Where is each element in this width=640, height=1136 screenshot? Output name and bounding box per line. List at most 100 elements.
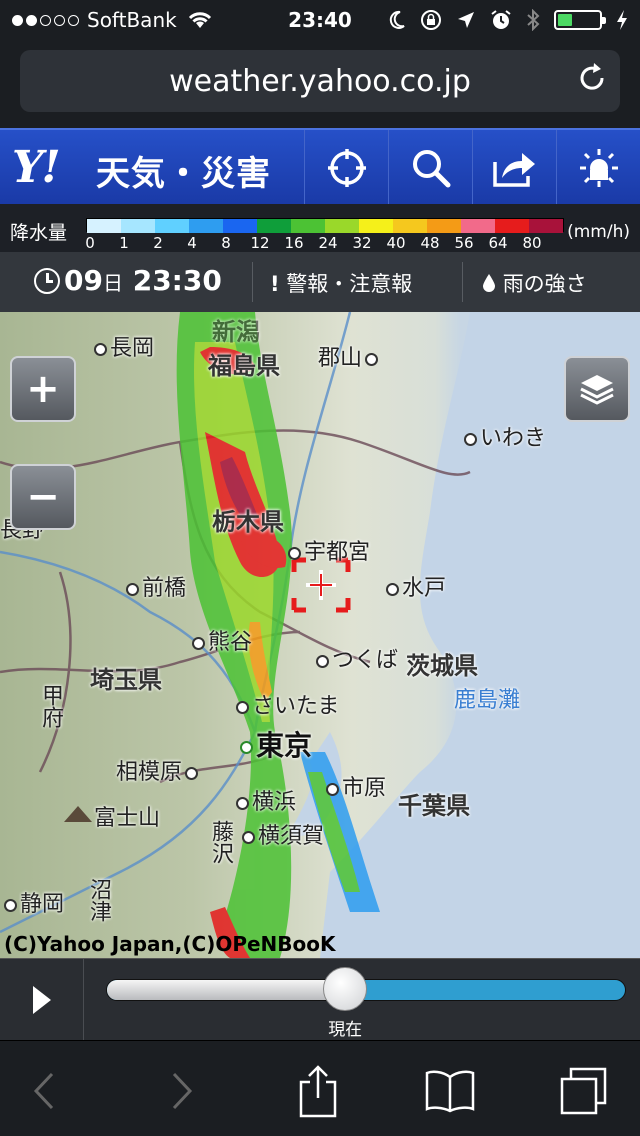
- share-page-button[interactable]: [290, 1063, 346, 1119]
- legend-tick-label: 32: [352, 234, 372, 252]
- warnings-label: 警報・注意報: [286, 272, 413, 296]
- place-fuji: 富士山: [94, 806, 161, 831]
- radar-playback-bar: 現在: [0, 958, 640, 1041]
- rotation-lock-icon: [421, 10, 441, 30]
- reload-icon[interactable]: [574, 60, 610, 96]
- place-mito: 水戸: [386, 570, 446, 602]
- share-icon: [299, 1065, 337, 1118]
- bluetooth-icon: [527, 9, 540, 31]
- yahoo-logo[interactable]: Y!: [12, 142, 61, 193]
- back-icon: [33, 1072, 54, 1110]
- legend-color-cell: [223, 219, 257, 233]
- zoom-in-button[interactable]: +: [10, 356, 76, 422]
- legend-tick-label: 56: [454, 234, 474, 252]
- rain-radar-map[interactable]: 長岡 福島県 郡山 いわき 長野 栃木県 宇都宮 前橋 水戸 熊谷 つくば 茨城…: [0, 312, 640, 958]
- url-text: weather.yahoo.co.jp: [169, 63, 471, 99]
- zoom-out-button[interactable]: −: [10, 464, 76, 530]
- raindrop-icon: [483, 274, 495, 292]
- share-icon: [492, 153, 535, 187]
- legend-color-cell: [359, 219, 393, 233]
- back-button[interactable]: [16, 1063, 72, 1119]
- legend-color-scale: [86, 218, 564, 233]
- place-shizuoka: 静岡: [4, 886, 64, 918]
- legend-ticks: 0 1 2 4 8 12 16 24 32 40 48 56 64 80: [85, 234, 566, 252]
- precipitation-legend: 降水量 0 1 2 4 8 12 16 24 32 40 48 56 64 80 (mm/h): [0, 204, 640, 252]
- tabs-icon: [560, 1067, 607, 1115]
- observation-day: 09: [64, 264, 103, 297]
- legend-tick-label: 16: [284, 234, 304, 252]
- url-field[interactable]: weather.yahoo.co.jp: [20, 50, 620, 112]
- place-niigata: 新潟: [212, 318, 260, 346]
- map-copyright: (C)Yahoo Japan,(C)OPeNBooK: [4, 932, 336, 956]
- play-button[interactable]: [0, 959, 84, 1041]
- legend-color-cell: [155, 219, 189, 233]
- tabs-button[interactable]: [556, 1063, 612, 1119]
- legend-color-cell: [427, 219, 461, 233]
- legend-color-cell: [461, 219, 495, 233]
- legend-unit: (mm/h): [567, 222, 630, 242]
- observation-day-suffix: 日: [102, 271, 123, 295]
- current-location-marker: [291, 557, 351, 613]
- place-saitama-pref: 埼玉県: [90, 666, 162, 694]
- current-location-button[interactable]: [304, 130, 388, 206]
- time-slider-knob[interactable]: [323, 967, 368, 1011]
- charging-icon: [617, 10, 627, 30]
- rain-intensity-label: 雨の強さ: [502, 272, 587, 296]
- place-fukushima: 福島県: [208, 352, 280, 380]
- browser-address-bar: weather.yahoo.co.jp: [0, 40, 640, 128]
- weather-settings-button[interactable]: [556, 130, 640, 206]
- legend-tick-label: 64: [488, 234, 508, 252]
- crosshair-icon: [327, 149, 366, 187]
- mountain-icon: [64, 806, 92, 822]
- carrier-name: SoftBank: [87, 8, 177, 32]
- alarm-icon: [491, 10, 511, 29]
- legend-tick-label: 2: [153, 234, 163, 252]
- place-nagaoka: 長岡: [94, 330, 154, 362]
- place-kashima-nada: 鹿島灘: [454, 688, 521, 713]
- place-ibaraki: 茨城県: [406, 652, 478, 680]
- battery-indicator: [554, 10, 606, 30]
- now-label: 現在: [328, 1020, 363, 1040]
- clock-icon: [34, 268, 60, 294]
- warnings-button[interactable]: ! 警報・注意報: [270, 268, 412, 298]
- place-koriyama: 郡山: [318, 340, 381, 372]
- share-button[interactable]: [472, 130, 556, 206]
- place-iwaki: いわき: [464, 420, 546, 452]
- legend-color-cell: [87, 219, 121, 233]
- status-bar: SoftBank 23:40: [0, 0, 640, 40]
- play-icon: [32, 986, 51, 1014]
- layers-icon: [580, 375, 614, 405]
- legend-tick-label: 4: [187, 234, 197, 252]
- site-header: Y! 天気・災害: [0, 128, 640, 206]
- bookmarks-icon: [425, 1070, 475, 1113]
- place-ichihara: 市原: [326, 770, 386, 802]
- place-kumagaya: 熊谷: [192, 624, 252, 656]
- place-tochigi: 栃木県: [212, 508, 284, 536]
- legend-color-cell: [529, 219, 563, 233]
- place-tsukuba: つくば: [316, 642, 398, 674]
- legend-tick-label: 1: [119, 234, 129, 252]
- exclamation-icon: !: [270, 272, 280, 296]
- legend-color-cell: [291, 219, 325, 233]
- legend-color-cell: [325, 219, 359, 233]
- place-saitama: さいたま: [236, 688, 339, 720]
- legend-tick-label: 24: [318, 234, 338, 252]
- legend-color-cell: [257, 219, 291, 233]
- legend-color-cell: [189, 219, 223, 233]
- place-sagamihara: 相模原: [116, 754, 201, 786]
- legend-color-cell: [121, 219, 155, 233]
- place-tokyo: 東京: [240, 724, 312, 764]
- observation-time: 23:30: [132, 264, 222, 297]
- rain-intensity-button[interactable]: 雨の強さ: [482, 268, 587, 298]
- layers-button[interactable]: [564, 356, 630, 422]
- forward-button[interactable]: [154, 1063, 210, 1119]
- bookmarks-button[interactable]: [422, 1063, 478, 1119]
- location-arrow-icon: [458, 12, 474, 28]
- legend-color-cell: [393, 219, 427, 233]
- search-button[interactable]: [388, 130, 472, 206]
- legend-tick-label: 8: [221, 234, 231, 252]
- observation-datetime: 09日 23:30: [64, 264, 222, 297]
- place-maebashi: 前橋: [126, 570, 186, 602]
- site-brand-title[interactable]: 天気・災害: [96, 146, 271, 195]
- place-yokosuka: 横須賀: [242, 818, 324, 850]
